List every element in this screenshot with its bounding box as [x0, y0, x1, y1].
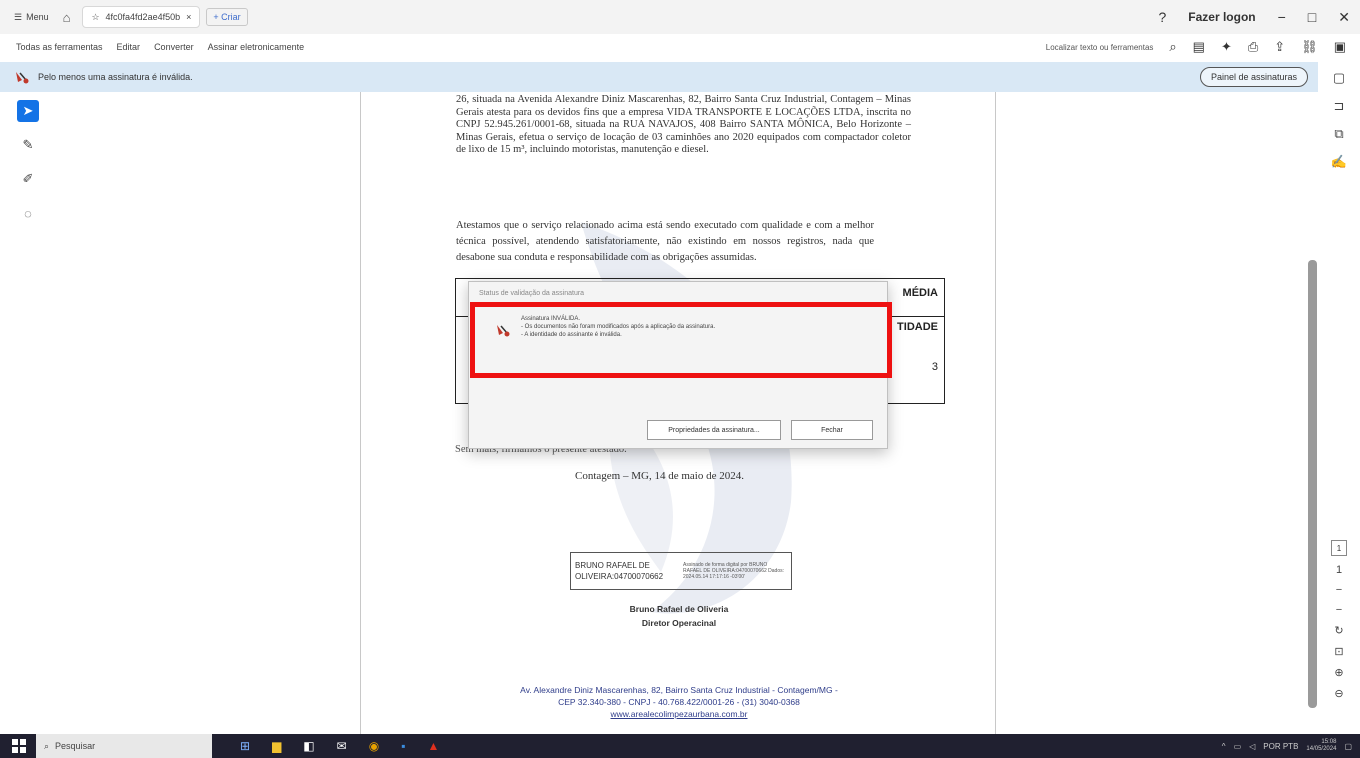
signature-warning-bar: Pelo menos uma assinatura é inválida. Pa…	[0, 62, 1318, 92]
print-icon[interactable]: ⎙	[1248, 39, 1258, 55]
signature-name: BRUNO RAFAEL DE OLIVEIRA:04700070662	[575, 561, 664, 581]
notifications-icon[interactable]: ▢	[1344, 742, 1352, 751]
network-icon[interactable]: ▭	[1234, 742, 1242, 751]
chrome-icon[interactable]: ◉	[369, 739, 379, 753]
scroll-down-icon[interactable]: −	[1336, 604, 1342, 616]
maximize-icon[interactable]: □	[1308, 9, 1316, 25]
menu-esign[interactable]: Assinar eletronicamente	[208, 42, 305, 52]
system-tray: ^ ▭ ◁ POR PTB 15:08 14/05/2024 ▢	[1222, 734, 1352, 758]
menu-edit[interactable]: Editar	[117, 42, 141, 52]
lasso-tool-icon[interactable]: ◌	[17, 202, 39, 224]
windows-taskbar: ⌕ Pesquisar ⊞ ▆ ◧ ✉ ◉ ▪ ▲ ^ ▭ ◁ POR PTB …	[0, 734, 1360, 758]
help-icon[interactable]: ?	[1158, 9, 1166, 25]
digital-signature-field[interactable]: BRUNO RAFAEL DE OLIVEIRA:04700070662 Ass…	[570, 552, 792, 590]
search-icon[interactable]: ⌕	[1169, 39, 1176, 55]
clock-date: 14/05/2024	[1306, 746, 1337, 752]
dialog-title: Status de validação da assinatura	[479, 290, 585, 297]
scroll-up-icon[interactable]: −	[1336, 584, 1342, 596]
signature-warning-text: Pelo menos uma assinatura é inválida.	[38, 72, 193, 82]
star-icon[interactable]: ☆	[91, 12, 99, 23]
bookmark-icon[interactable]: ⊐	[1334, 98, 1345, 114]
left-tool-rail: ➤ ✎ ✐ ◌	[14, 100, 42, 224]
table-value: 3	[931, 361, 938, 373]
mail-icon[interactable]: ✉	[337, 739, 347, 753]
taskbar-search-placeholder: Pesquisar	[55, 741, 96, 751]
invalid-signature-icon	[14, 70, 30, 84]
share-icon[interactable]: ⇪	[1274, 39, 1285, 55]
clock[interactable]: 15:08 14/05/2024	[1306, 739, 1336, 753]
acrobat-icon[interactable]: ▲	[427, 739, 439, 753]
language-indicator[interactable]: POR PTB	[1263, 742, 1298, 751]
file-explorer-icon[interactable]: ▆	[272, 739, 281, 753]
taskbar-search-icon: ⌕	[44, 740, 50, 751]
minimize-icon[interactable]: −	[1278, 9, 1286, 25]
taskbar-apps: ⊞ ▆ ◧ ✉ ◉ ▪ ▲	[240, 739, 439, 753]
signature-properties-button[interactable]: Propriedades da assinatura...	[647, 420, 781, 440]
signer-name: Bruno Rafael de Oliveria	[629, 604, 729, 614]
page-navigation: 1 1 − − ↻ ⊡ ⊕ ⊖	[1318, 540, 1360, 700]
body-paragraph-1: 26, situada na Avenida Alexandre Diniz M…	[456, 94, 911, 155]
right-rail-icons: ▢ ⊐ ⧉ ✍	[1318, 70, 1360, 170]
ai-assistant-icon[interactable]: ✦	[1221, 39, 1232, 55]
windows-start-icon[interactable]	[12, 739, 26, 753]
tray-chevron-icon[interactable]: ^	[1222, 742, 1226, 751]
table-header-media: MÉDIA	[902, 287, 938, 299]
vertical-scrollbar[interactable]	[1308, 260, 1317, 708]
store-icon[interactable]: ◧	[303, 739, 314, 753]
link-icon[interactable]: ⛓	[1301, 39, 1318, 55]
current-page-box[interactable]: 1	[1331, 540, 1347, 556]
document-tab[interactable]: ☆ 4fc0fa4fd2ae4f50b ×	[82, 6, 201, 28]
menu-all-tools[interactable]: Todas as ferramentas	[16, 42, 103, 52]
zoom-out-icon[interactable]: ⊖	[1334, 687, 1343, 700]
login-button[interactable]: Fazer logon	[1188, 10, 1255, 24]
fit-page-icon[interactable]: ⊡	[1334, 645, 1343, 658]
main-toolbar: Todas as ferramentas Editar Converter As…	[0, 34, 1360, 60]
volume-icon[interactable]: ◁	[1249, 742, 1255, 751]
task-view-icon[interactable]: ⊞	[240, 739, 250, 753]
toolbar-right: Localizar texto ou ferramentas ⌕ ▤ ✦ ⎙ ⇪…	[1046, 34, 1346, 60]
signature-meta: Assinado de forma digital por BRUNO RAFA…	[683, 562, 784, 580]
title-bar: ☰ Menu ⌂ ☆ 4fc0fa4fd2ae4f50b × + Criar ?…	[0, 0, 1360, 34]
clock-time: 15:08	[1321, 739, 1337, 745]
footer-contact: CEP 32.340-380 - CNPJ - 40.768.422/0001-…	[558, 697, 800, 707]
document-tab-title: 4fc0fa4fd2ae4f50b	[105, 12, 181, 22]
draw-tool-icon[interactable]: ✐	[17, 168, 39, 190]
window-controls: ? Fazer logon − □ ✕	[1158, 0, 1350, 34]
taskbar-search[interactable]: ⌕ Pesquisar	[36, 734, 212, 758]
refresh-icon[interactable]: ↻	[1334, 624, 1343, 637]
save-icon[interactable]: ▣	[1334, 39, 1346, 55]
new-tab-button[interactable]: + Criar	[206, 8, 248, 26]
comment-tool-icon[interactable]: ✎	[17, 134, 39, 156]
red-highlight-box	[470, 302, 892, 378]
copy-icon[interactable]: ⧉	[1334, 126, 1343, 142]
signer-title: Diretor Operacinal	[641, 618, 717, 628]
outlook-icon[interactable]: ▪	[401, 739, 405, 753]
close-tab-icon[interactable]: ×	[186, 12, 191, 22]
right-tool-rail: ▢ ⊐ ⧉ ✍ 1 1 − − ↻ ⊡ ⊕ ⊖	[1318, 60, 1360, 734]
search-tools-label[interactable]: Localizar texto ou ferramentas	[1046, 43, 1154, 52]
hamburger-icon: ☰	[14, 11, 23, 22]
menu-convert[interactable]: Converter	[154, 42, 194, 52]
table-header-quantity: TIDADE	[897, 321, 938, 333]
fill-sign-icon[interactable]: ✍	[1331, 154, 1347, 170]
footer-website-link[interactable]: www.arealecolimpezaurbana.com.br	[361, 709, 995, 719]
app-menu-button[interactable]: ☰ Menu	[14, 12, 49, 23]
home-icon[interactable]: ⌂	[63, 10, 71, 25]
page-thumbnails-icon[interactable]: ▤	[1193, 39, 1205, 55]
close-dialog-button[interactable]: Fechar	[791, 420, 873, 440]
date-line: Contagem – MG, 14 de maio de 2024.	[575, 470, 744, 482]
close-window-icon[interactable]: ✕	[1338, 9, 1350, 26]
zoom-in-icon[interactable]: ⊕	[1334, 666, 1343, 679]
comment-panel-icon[interactable]: ▢	[1333, 70, 1345, 86]
signature-panel-button[interactable]: Painel de assinaturas	[1199, 67, 1308, 87]
body-paragraph-2: Atestamos que o serviço relacionado acim…	[456, 220, 874, 263]
footer-address: Av. Alexandre Diniz Mascarenhas, 82, Bai…	[520, 685, 838, 695]
select-tool-icon[interactable]: ➤	[17, 100, 39, 122]
total-pages-label: 1	[1335, 564, 1343, 576]
menu-label: Menu	[26, 12, 49, 22]
